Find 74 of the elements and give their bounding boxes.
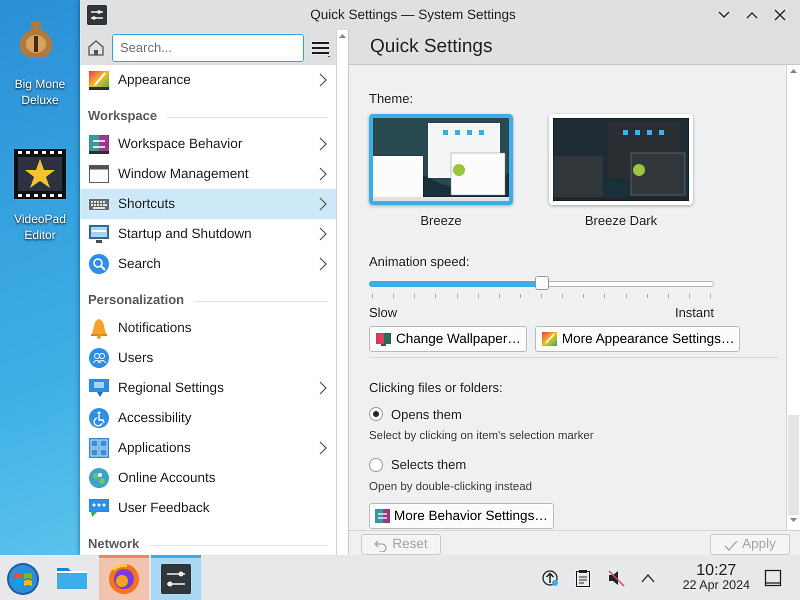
close-icon[interactable] [774,9,786,21]
sidebar-item[interactable]: Notifications [80,313,336,343]
search-field[interactable]: Search... [112,34,304,62]
radio-label: Selects them [391,456,466,474]
option-description: Select by clicking on item's selection marker [369,429,595,444]
icon-label: Deluxe [20,92,60,108]
sidebar-item[interactable]: Window Management [80,159,336,189]
theme-label: Theme: [369,90,414,108]
sidebar-item[interactable]: Appearance [80,65,336,95]
radio-label: Opens them [391,406,462,424]
chat-icon [88,497,110,519]
window-title: Quick Settings — System Settings [309,6,517,24]
sidebar-item[interactable]: Regional Settings [80,373,336,403]
footer-button: Reset [361,534,441,555]
color-swatch-icon [540,331,558,347]
app-icon[interactable] [86,4,108,26]
chevron-up-icon[interactable] [640,572,655,582]
sidebar-item[interactable]: Accessibility [80,403,336,433]
sliders-icon [375,509,390,523]
globe-icon [88,467,110,489]
page-title: Quick Settings [370,34,492,59]
slider-track[interactable] [369,276,714,292]
users-icon [88,347,110,369]
radio-button[interactable] [369,458,383,472]
theme-name: Breeze Dark [584,212,658,230]
radio-button[interactable] [369,407,383,422]
sliders-icon [88,133,110,155]
settings-button[interactable]: Change Wallpaper… [369,326,527,352]
start-orb-icon[interactable] [6,562,40,596]
sidebar-item[interactable]: Workspace Behavior [80,129,336,159]
group-label: Clicking files or folders: [369,379,504,397]
slider-thumb[interactable] [534,276,548,290]
update-icon[interactable] [540,568,559,586]
show-desktop-icon[interactable] [764,568,782,586]
section-heading: Network [88,534,140,552]
sidebar-item[interactable]: Search [80,249,336,279]
section-heading: Personalization [88,290,184,308]
slider-label: Animation speed: [369,253,470,271]
icon-label: Big Mone [14,76,66,92]
home-icon[interactable] [86,38,106,58]
bell-icon [88,317,110,339]
speech-bubble-icon [88,377,110,399]
sidebar-item[interactable]: Users [80,343,336,373]
sidebar-item[interactable]: Shortcuts [80,189,336,219]
accessibility-icon [88,407,110,429]
clipboard-icon[interactable] [574,568,591,586]
footer-button: Apply [710,534,790,555]
slider-min-label: Slow [369,304,398,322]
sliders-icon [159,562,193,596]
icon-label: Editor [23,227,57,243]
browser-icon [107,562,141,596]
sidebar-item[interactable]: Startup and Shutdown [80,219,336,249]
settings-button[interactable]: More Appearance Settings… [534,326,740,352]
slider-max-label: Instant [674,304,714,322]
clock-time[interactable]: 10:27 [696,562,736,578]
taskbar-task[interactable] [151,555,201,600]
section-heading: Workspace [88,106,158,125]
color-swatch-icon [88,69,110,91]
muted-speaker-icon[interactable] [606,568,625,586]
settings-button[interactable]: More Behavior Settings… [369,503,554,529]
window-icon [88,163,110,185]
icon-label: VideoPad [14,211,66,227]
scrollbar-thumb[interactable] [788,415,799,515]
sidebar-item[interactable]: Applications [80,433,336,463]
sidebar-item[interactable]: Online Accounts [80,463,336,493]
grid-icon [88,437,110,459]
option-description: Open by double-clicking instead [369,480,534,495]
undo-icon [374,538,388,552]
monitor-icon [88,223,110,245]
search-icon [88,253,110,275]
sidebar-item[interactable]: User Feedback [80,493,336,523]
clock-date[interactable]: 22 Apr 2024 [682,578,750,592]
wallpaper-icon [375,331,392,347]
theme-name: Breeze [420,212,462,230]
